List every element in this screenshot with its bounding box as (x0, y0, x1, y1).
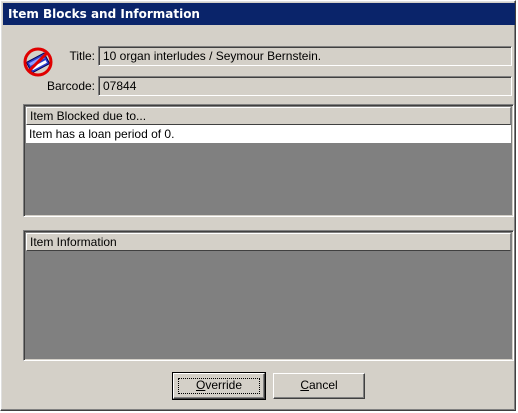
blocked-reasons-header[interactable]: Item Blocked due to... (26, 107, 511, 125)
override-button[interactable]: Override (172, 372, 266, 400)
barcode-field[interactable]: 07844 (98, 76, 512, 96)
barcode-label: Barcode: (46, 79, 95, 93)
cancel-label-rest: ancel (308, 378, 338, 392)
blocked-reasons-list[interactable]: Item Blocked due to... Item has a loan p… (23, 104, 514, 217)
blocked-item-icon (23, 47, 53, 77)
barcode-value: 07844 (103, 79, 137, 93)
list-item[interactable]: Item has a loan period of 0. (26, 125, 511, 143)
window-title: Item Blocks and Information (8, 7, 200, 21)
window-title-bar[interactable]: Item Blocks and Information (3, 3, 515, 25)
item-information-header[interactable]: Item Information (26, 233, 511, 251)
focus-indicator (178, 378, 260, 394)
title-value: 10 organ interludes / Seymour Bernstein. (103, 49, 322, 63)
title-field[interactable]: 10 organ interludes / Seymour Bernstein. (98, 46, 512, 66)
cancel-mnemonic: C (300, 378, 309, 392)
cancel-button[interactable]: Cancel (273, 373, 365, 399)
title-label: Title: (69, 49, 95, 63)
item-information-list[interactable]: Item Information (23, 230, 514, 361)
item-blocks-dialog: Item Blocks and Information Title: 10 or… (0, 0, 516, 411)
